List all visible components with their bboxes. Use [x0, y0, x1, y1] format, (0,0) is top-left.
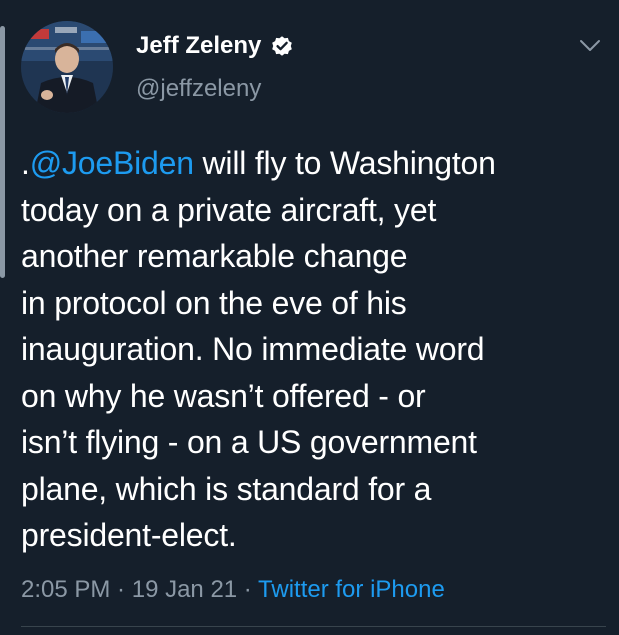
tweet-line: inauguration. No immediate word: [21, 331, 485, 367]
meta-separator: ·: [237, 576, 259, 603]
tweet-line-1: .@JoeBiden will fly to Washington: [21, 140, 606, 187]
tweet-time[interactable]: 2:05 PM: [21, 576, 110, 603]
tweet-source-link[interactable]: Twitter for iPhone: [258, 576, 445, 603]
tweet-line: today on a private aircraft, yet: [21, 191, 437, 228]
tweet-line: isn’t flying - on a US government: [21, 424, 477, 460]
author-name-row[interactable]: Jeff Zeleny: [136, 29, 294, 63]
tweet-line: plane, which is standard for a: [21, 470, 432, 507]
avatar[interactable]: [21, 21, 113, 113]
tweet-line: in protocol on the eve of his: [21, 284, 407, 321]
tweet-card: Jeff Zeleny @jeffzeleny .@JoeBiden will …: [0, 0, 619, 635]
tweet-text: .@JoeBiden will fly to Washington today …: [21, 140, 606, 559]
tweet-text-line1-rest: will fly to Washington: [193, 145, 496, 181]
tweet-date[interactable]: 19 Jan 21: [132, 576, 237, 603]
verified-badge-icon: [270, 34, 294, 58]
tweet-line: on why he wasn’t offered - or: [21, 377, 426, 414]
meta-separator: ·: [110, 576, 132, 603]
thread-indicator-bar: [0, 26, 5, 278]
avatar-image: [21, 21, 113, 113]
divider: [21, 626, 606, 627]
tweet-meta: 2:05 PM · 19 Jan 21 · Twitter for iPhone: [21, 572, 445, 608]
author-display-name[interactable]: Jeff Zeleny: [136, 29, 261, 63]
tweet-line: another remarkable change: [21, 238, 408, 274]
mention-link[interactable]: @JoeBiden: [30, 145, 194, 181]
tweet-text-prefix: .: [21, 145, 30, 181]
author-handle[interactable]: @jeffzeleny: [136, 73, 261, 105]
tweet-line: president-elect.: [21, 517, 237, 553]
chevron-down-icon[interactable]: [578, 36, 602, 56]
